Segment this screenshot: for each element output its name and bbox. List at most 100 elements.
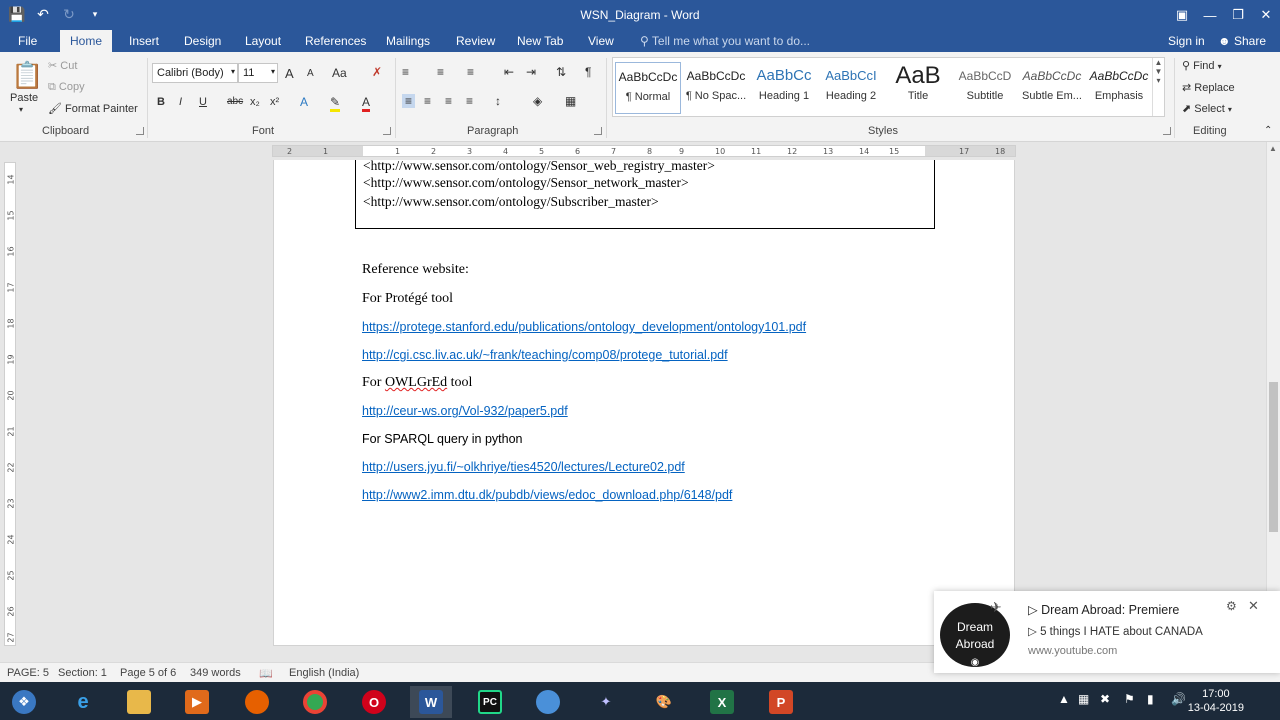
powerpoint-icon[interactable]: P xyxy=(760,686,802,718)
collapse-ribbon-icon[interactable]: ⌃ xyxy=(1264,125,1272,136)
copy-button[interactable]: ⧉ Copy xyxy=(48,81,85,94)
media-player-icon[interactable]: ▶ xyxy=(176,686,218,718)
style-title[interactable]: AaB Title xyxy=(885,62,951,114)
style-subtle-emphasis[interactable]: AaBbCcDc Subtle Em... xyxy=(1019,62,1085,114)
network-icon[interactable]: ▮ xyxy=(1147,692,1154,706)
tray-app-icon[interactable]: ⚑ xyxy=(1124,692,1135,706)
paragraph-launcher-icon[interactable] xyxy=(594,127,602,135)
tab-home[interactable]: Home xyxy=(60,30,113,52)
font-color-icon[interactable]: A xyxy=(362,95,371,112)
show-formatting-marks-icon[interactable]: ¶ xyxy=(585,65,591,79)
clipboard-launcher-icon[interactable] xyxy=(136,127,144,135)
tab-mailings[interactable]: Mailings xyxy=(386,33,430,52)
paste-button[interactable]: Paste xyxy=(10,92,38,104)
style-normal[interactable]: AaBbCcDc ¶ Normal xyxy=(615,62,681,114)
close-button[interactable]: ✕ xyxy=(1252,0,1280,30)
font-size-dropdown[interactable]: 11 ▾ xyxy=(238,63,278,83)
pycharm-icon[interactable]: PC xyxy=(469,686,511,718)
text-effects-icon[interactable]: A xyxy=(300,95,308,109)
align-right-icon[interactable]: ≡ xyxy=(445,94,452,108)
bullets-icon[interactable]: ≡ xyxy=(402,65,409,79)
section-indicator[interactable]: Section: 1 xyxy=(58,667,107,679)
shading-icon[interactable]: ◈ xyxy=(533,94,542,108)
proofing-icon[interactable]: 📖 xyxy=(259,667,273,680)
increase-indent-icon[interactable]: ⇥ xyxy=(526,65,536,79)
align-center-icon[interactable]: ≡ xyxy=(424,94,431,108)
styles-launcher-icon[interactable] xyxy=(1163,127,1171,135)
tab-insert[interactable]: Insert xyxy=(129,33,159,52)
word-count[interactable]: 349 words xyxy=(190,667,241,679)
show-hidden-icons-icon[interactable]: ▲ xyxy=(1058,692,1070,706)
line-spacing-icon[interactable]: ↕ xyxy=(495,94,501,108)
strikethrough-button[interactable]: abc xyxy=(227,96,243,107)
maximize-button[interactable]: ❐ xyxy=(1224,0,1252,30)
select-button[interactable]: ⬈ Select ▾ xyxy=(1182,102,1232,115)
vertical-scrollbar[interactable]: ▲ xyxy=(1266,142,1280,662)
multilevel-list-icon[interactable]: ≡ xyxy=(467,65,474,79)
minimize-button[interactable]: — xyxy=(1196,0,1224,30)
gear-icon[interactable]: ⚙ xyxy=(1226,599,1237,613)
close-icon[interactable]: ✕ xyxy=(1248,598,1259,614)
tab-layout[interactable]: Layout xyxy=(245,33,281,52)
notification-toast[interactable]: Dream Abroad ◉ ✈ ▷ Dream Abroad: Premier… xyxy=(934,591,1280,673)
protege-link-2[interactable]: http://cgi.csc.liv.ac.uk/~frank/teaching… xyxy=(362,348,728,362)
style-heading-2[interactable]: AaBbCcI Heading 2 xyxy=(818,62,884,114)
tray-app-icon[interactable]: ✖ xyxy=(1100,692,1110,706)
bold-button[interactable]: B xyxy=(157,96,165,108)
internet-explorer-icon[interactable]: e xyxy=(62,686,104,718)
clear-formatting-icon[interactable]: ✗ xyxy=(372,65,382,79)
style-heading-1[interactable]: AaBbCc Heading 1 xyxy=(751,62,817,114)
find-button[interactable]: ⚲ Find ▾ xyxy=(1182,59,1222,72)
horizontal-ruler[interactable]: 2 1 1 2 3 4 5 6 7 8 9 10 11 12 13 14 15 … xyxy=(272,145,1016,157)
browser-icon[interactable] xyxy=(527,686,569,718)
tab-review[interactable]: Review xyxy=(456,33,495,52)
file-explorer-icon[interactable] xyxy=(118,686,160,718)
font-name-dropdown[interactable]: Calibri (Body) ▾ xyxy=(152,63,238,83)
sparql-link-2[interactable]: http://www2.imm.dtu.dk/pubdb/views/edoc_… xyxy=(362,488,732,502)
format-painter-button[interactable]: 🖌 Format Painter xyxy=(48,102,138,115)
numbering-icon[interactable]: ≡ xyxy=(437,65,444,79)
styles-scroll[interactable]: ▲ ▼ ▾ xyxy=(1152,58,1164,116)
underline-button[interactable]: U xyxy=(199,96,207,108)
ribbon-display-options-icon[interactable]: ▣ xyxy=(1168,0,1196,30)
tab-design[interactable]: Design xyxy=(184,33,221,52)
style-subtitle[interactable]: AaBbCcD Subtitle xyxy=(952,62,1018,114)
share-button[interactable]: ☻ Share xyxy=(1218,34,1266,48)
style-no-spacing[interactable]: AaBbCcDc ¶ No Spac... xyxy=(683,62,749,114)
subscript-button[interactable]: x₂ xyxy=(250,96,260,108)
word-icon[interactable]: W xyxy=(410,686,452,718)
decrease-indent-icon[interactable]: ⇤ xyxy=(504,65,514,79)
highlight-icon[interactable]: ✎ xyxy=(330,95,341,112)
replace-button[interactable]: ⇄ Replace xyxy=(1182,81,1235,94)
tab-new-tab[interactable]: New Tab xyxy=(517,33,563,52)
language-indicator[interactable]: English (India) xyxy=(289,667,359,679)
opera-icon[interactable]: O xyxy=(353,686,395,718)
superscript-button[interactable]: x² xyxy=(270,96,279,108)
grow-font-button[interactable]: A xyxy=(285,66,294,81)
scrollbar-thumb[interactable] xyxy=(1269,382,1278,532)
excel-icon[interactable]: X xyxy=(701,686,743,718)
align-left-icon[interactable]: ≡ xyxy=(402,94,416,108)
italic-button[interactable]: I xyxy=(179,96,182,108)
firefox-icon[interactable] xyxy=(236,686,278,718)
style-emphasis[interactable]: AaBbCcDc Emphasis xyxy=(1086,62,1152,114)
spelling-error-word[interactable]: OWLGrEd xyxy=(385,375,447,390)
protege-link-1[interactable]: https://protege.stanford.edu/publication… xyxy=(362,320,806,334)
system-clock[interactable]: 17:00 13-04-2019 xyxy=(1188,687,1244,715)
paint-icon[interactable]: 🎨 xyxy=(643,686,685,718)
volume-icon[interactable]: 🔊 xyxy=(1171,692,1186,706)
chrome-icon[interactable] xyxy=(294,686,336,718)
vertical-ruler[interactable]: 14 15 16 17 18 19 20 21 22 23 24 25 26 2… xyxy=(4,162,16,646)
start-button[interactable]: ❖ xyxy=(3,686,45,718)
tray-app-icon[interactable]: ▦ xyxy=(1078,692,1089,706)
paste-icon[interactable]: 📋 xyxy=(11,60,43,91)
paste-dropdown-icon[interactable]: ▾ xyxy=(19,105,23,114)
change-case-button[interactable]: Aa xyxy=(332,66,347,80)
page-indicator[interactable]: PAGE: 5 xyxy=(7,667,49,679)
tell-me-search[interactable]: ⚲ Tell me what you want to do... xyxy=(640,34,810,48)
tab-references[interactable]: References xyxy=(305,33,366,52)
sparql-link-1[interactable]: http://users.jyu.fi/~olkhriye/ties4520/l… xyxy=(362,460,685,474)
tab-file[interactable]: File xyxy=(18,33,37,52)
owlgred-link[interactable]: http://ceur-ws.org/Vol-932/paper5.pdf xyxy=(362,404,568,418)
sign-in-link[interactable]: Sign in xyxy=(1168,34,1205,48)
